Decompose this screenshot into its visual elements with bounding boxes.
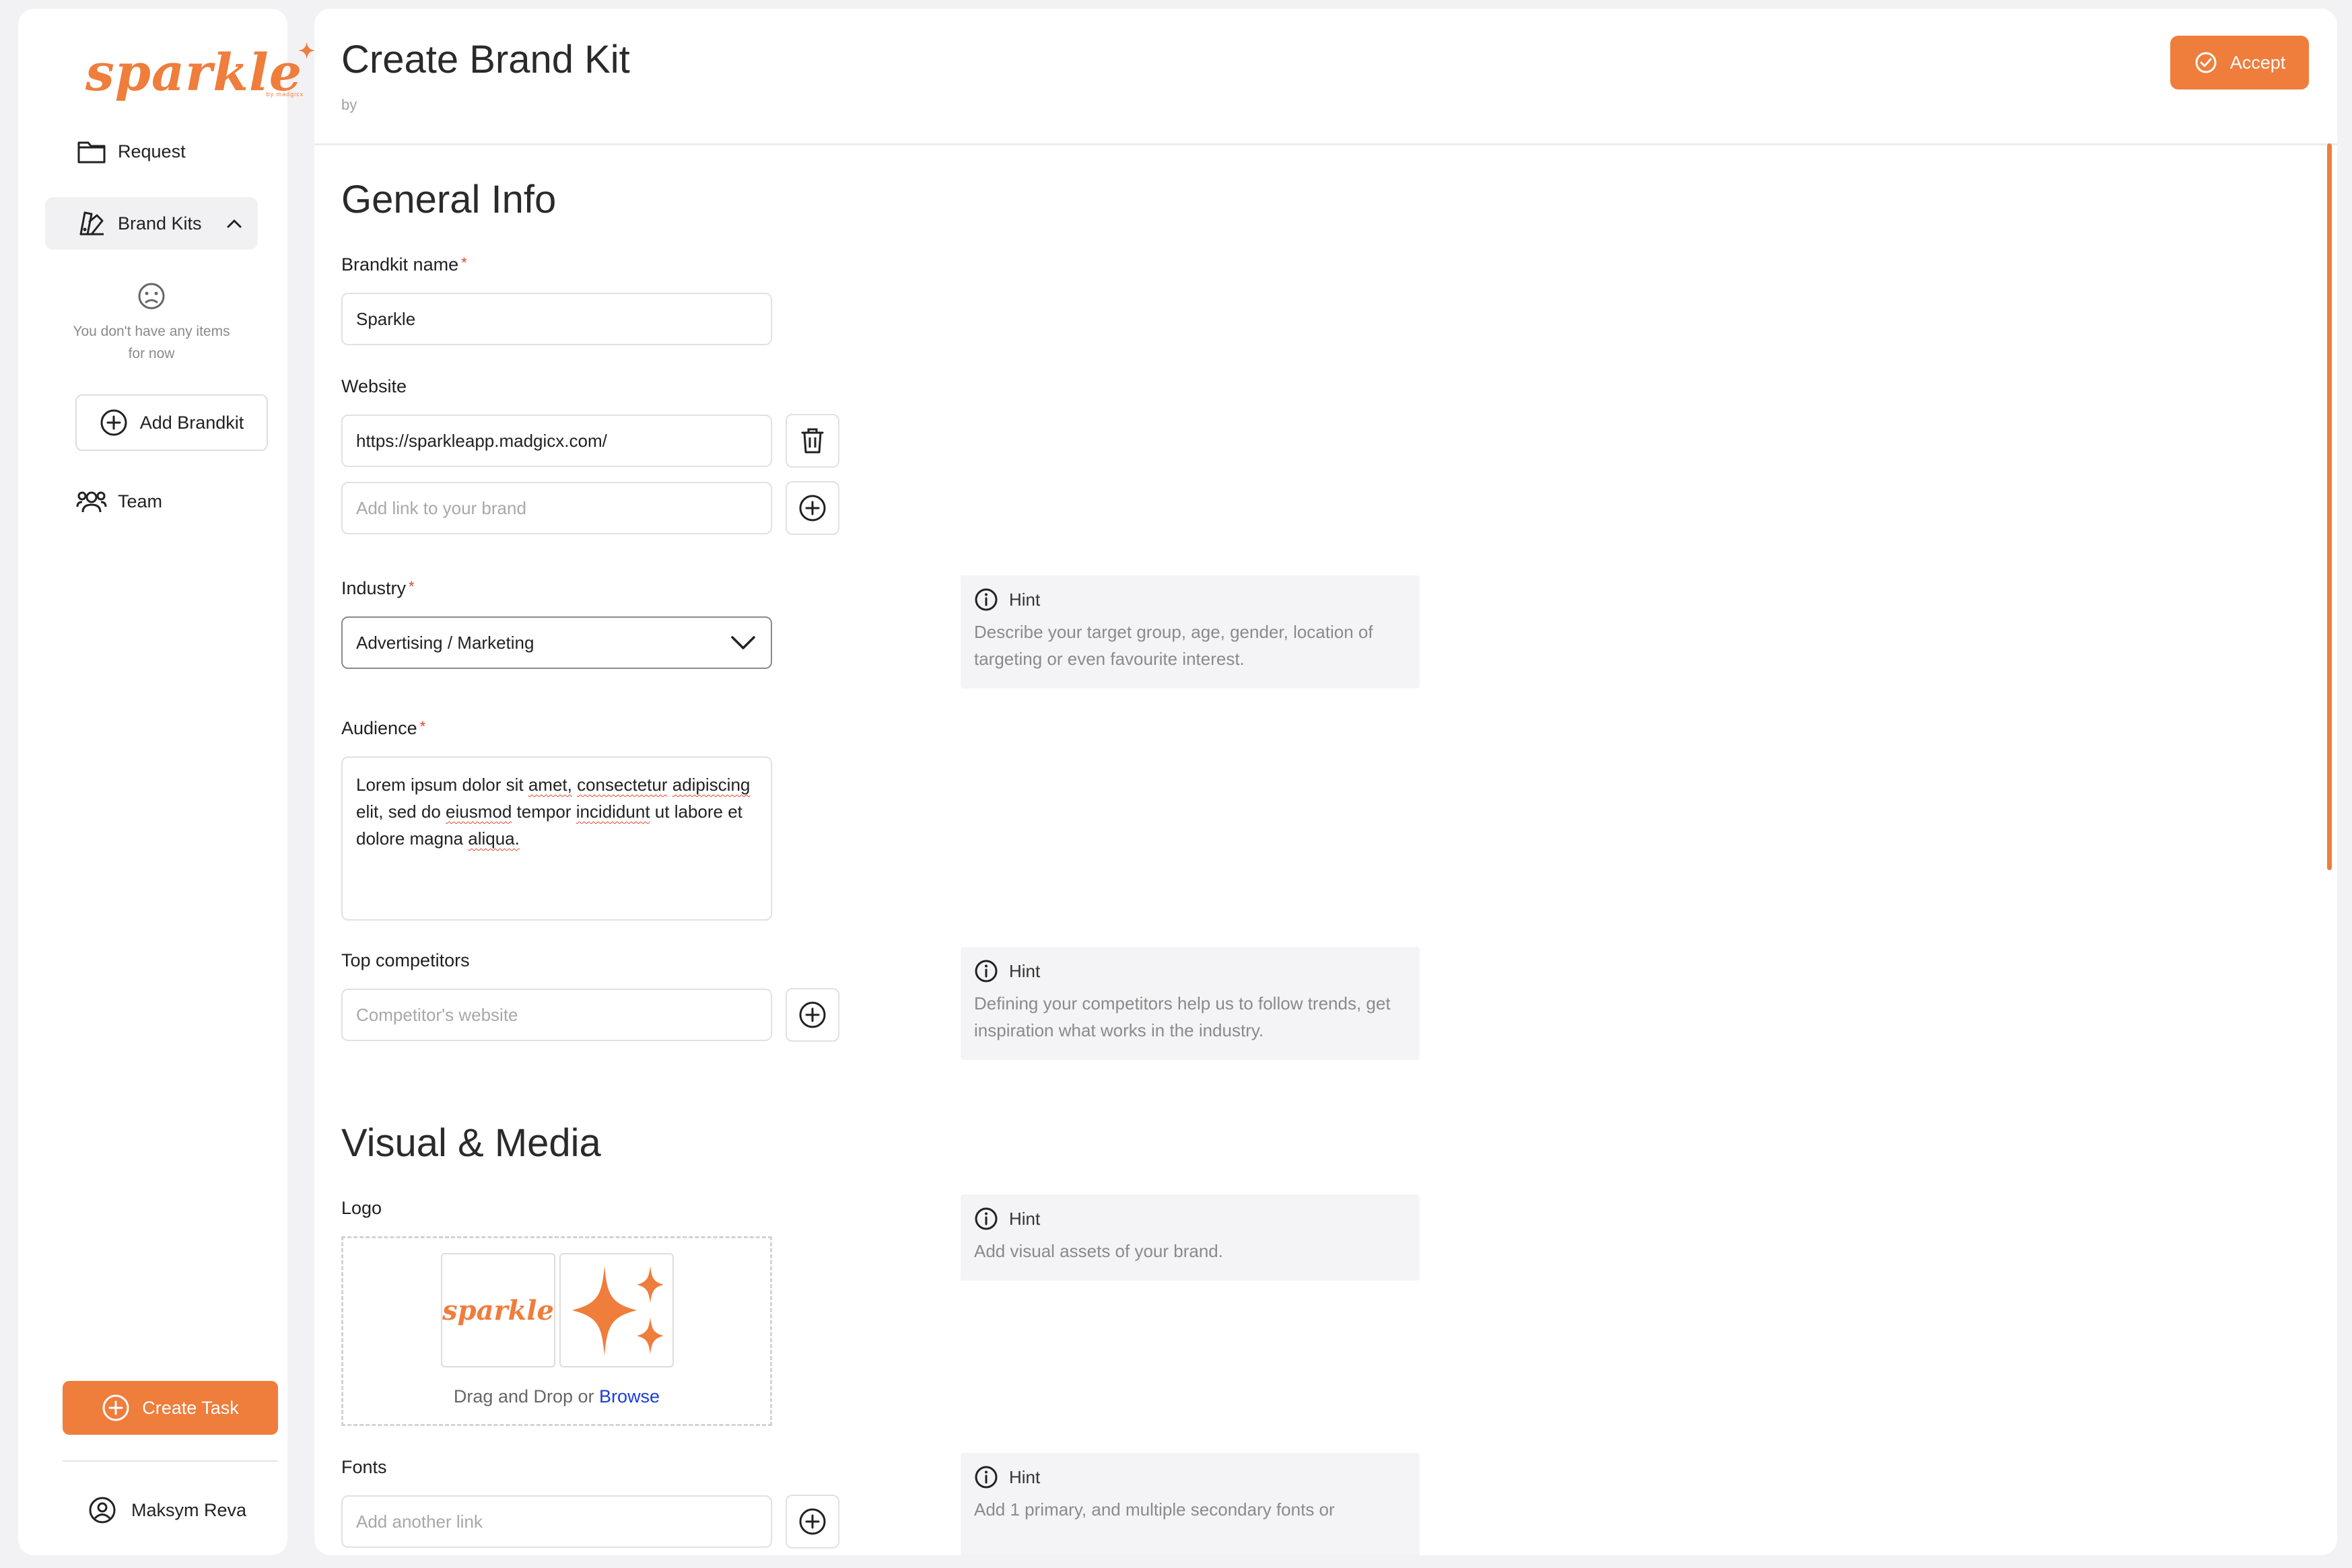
plus-circle-icon	[100, 409, 127, 436]
page-title: Create Brand Kit	[341, 38, 630, 81]
user-profile[interactable]: Maksym Reva	[88, 1496, 246, 1524]
hint-title: Hint	[1009, 960, 1041, 981]
fonts-placeholder: Add another link	[356, 1511, 483, 1532]
audience-textarea[interactable]: Lorem ipsum dolor sit amet, consectetur …	[341, 756, 772, 921]
trash-icon	[801, 428, 824, 454]
nav-label-team: Team	[118, 491, 163, 511]
industry-select[interactable]: Advertising / Marketing	[341, 616, 772, 669]
hint-industry: Hint Describe your target group, age, ge…	[961, 575, 1420, 688]
brandkit-name-value: Sparkle	[356, 308, 416, 329]
page-subtitle: by	[341, 96, 357, 113]
website-value: https://sparkleapp.madgicx.com/	[356, 430, 607, 451]
website-add-input[interactable]: Add link to your brand	[341, 482, 772, 534]
create-task-label: Create Task	[142, 1397, 239, 1418]
empty-state-line-1: You don't have any items	[73, 324, 230, 339]
info-icon	[975, 588, 998, 611]
nav-item-request[interactable]: Request	[45, 125, 258, 178]
website-input[interactable]: https://sparkleapp.madgicx.com/	[341, 415, 772, 467]
required-marker: *	[461, 254, 467, 271]
chevron-up-icon[interactable]	[224, 213, 244, 238]
plus-circle-icon	[799, 495, 826, 522]
users-icon	[75, 485, 108, 518]
logo-label: Logo	[341, 1198, 382, 1218]
check-circle-icon	[2195, 52, 2217, 73]
plus-circle-icon	[799, 1508, 826, 1535]
hint-title: Hint	[1009, 1466, 1041, 1487]
info-icon	[975, 1466, 998, 1489]
sparkle-icon	[572, 1266, 664, 1356]
audience-label-text: Audience	[341, 718, 417, 738]
sidebar: sparkle ✦ by madgicx Request Brand Kits …	[18, 9, 315, 1555]
brandkit-name-label: Brandkit name *	[341, 254, 467, 275]
add-website-button[interactable]	[786, 481, 839, 535]
required-marker: *	[409, 578, 415, 595]
info-icon	[975, 960, 998, 983]
required-marker: *	[419, 718, 426, 735]
top-competitors-label: Top competitors	[341, 950, 470, 970]
info-icon	[975, 1207, 998, 1230]
accept-button[interactable]: Accept	[2170, 36, 2309, 90]
fonts-input[interactable]: Add another link	[341, 1495, 772, 1548]
industry-label-text: Industry	[341, 578, 407, 598]
swatch-book-icon	[75, 207, 108, 240]
hint-logo: Hint Add visual assets of your brand.	[961, 1195, 1420, 1281]
website-placeholder: Add link to your brand	[356, 497, 526, 518]
plus-circle-icon	[102, 1394, 129, 1421]
fonts-label: Fonts	[341, 1457, 387, 1477]
empty-state-line-2: for now	[128, 346, 175, 361]
industry-label: Industry *	[341, 578, 415, 599]
chevron-down-icon	[731, 636, 755, 649]
hint-text: Describe your target group, age, gender,…	[974, 622, 1373, 669]
add-font-button[interactable]	[786, 1495, 839, 1548]
audience-value: Lorem ipsum dolor sit amet, consectetur …	[356, 775, 751, 849]
section-title-general-info: General Info	[341, 178, 557, 221]
logo-dropzone[interactable]: sparkle Drag and Drop or Browse	[341, 1236, 772, 1426]
industry-value: Advertising / Marketing	[356, 632, 534, 653]
nav-item-brand-kits[interactable]: Brand Kits	[45, 197, 258, 250]
hint-competitors: Hint Defining your competitors help us t…	[961, 947, 1420, 1060]
audience-label: Audience *	[341, 718, 425, 739]
scrollbar[interactable]	[2327, 143, 2332, 870]
brand-kits-empty-state: You don't have any items for now	[45, 281, 258, 365]
create-task-button[interactable]: Create Task	[63, 1381, 278, 1435]
hint-text: Defining your competitors help us to fol…	[974, 993, 1391, 1040]
hint-title: Hint	[1009, 1208, 1041, 1229]
page-header: Create Brand Kit by Accept	[314, 9, 2337, 145]
thumbnail-wordmark-text: sparkle	[442, 1294, 554, 1326]
sad-face-icon	[138, 283, 165, 310]
website-label: Website	[341, 376, 407, 396]
logo-tagline: by madgicx	[266, 91, 304, 98]
user-name: Maksym Reva	[131, 1499, 247, 1520]
nav-item-team[interactable]: Team	[45, 475, 258, 528]
hint-fonts: Hint Add 1 primary, and multiple seconda…	[961, 1453, 1420, 1555]
nav-label-brand-kits: Brand Kits	[118, 213, 202, 234]
hint-title: Hint	[1009, 589, 1041, 610]
dropzone-text: Drag and Drop or Browse	[343, 1386, 770, 1407]
folder-icon	[75, 135, 108, 168]
accept-label: Accept	[2229, 52, 2286, 73]
competitor-input[interactable]: Competitor's website	[341, 989, 772, 1041]
logo-sparkle-icon: ✦	[298, 40, 316, 63]
brandkit-name-label-text: Brandkit name	[341, 254, 459, 275]
hint-text: Add 1 primary, and multiple secondary fo…	[974, 1499, 1335, 1520]
hint-text: Add visual assets of your brand.	[974, 1241, 1223, 1261]
plus-circle-icon	[799, 1001, 826, 1028]
logo-thumbnail-wordmark[interactable]: sparkle	[441, 1253, 555, 1367]
delete-website-button[interactable]	[786, 414, 839, 468]
logo-thumbnail-sparkle[interactable]	[559, 1253, 674, 1367]
drag-drop-text: Drag and Drop or	[453, 1386, 594, 1406]
add-competitor-button[interactable]	[786, 988, 839, 1042]
browse-link[interactable]: Browse	[599, 1386, 660, 1406]
nav-label-request: Request	[118, 141, 186, 162]
sidebar-divider	[63, 1460, 278, 1462]
section-title-visual-media: Visual & Media	[341, 1121, 601, 1165]
main-panel: Create Brand Kit by Accept General Info …	[314, 9, 2337, 1555]
competitor-placeholder: Competitor's website	[356, 1004, 518, 1025]
add-brandkit-button[interactable]: Add Brandkit	[75, 394, 268, 451]
brandkit-name-input[interactable]: Sparkle	[341, 293, 772, 345]
user-avatar-icon	[89, 1497, 116, 1524]
app-logo[interactable]: sparkle ✦ by madgicx	[85, 40, 315, 102]
add-brandkit-label: Add Brandkit	[139, 412, 244, 433]
